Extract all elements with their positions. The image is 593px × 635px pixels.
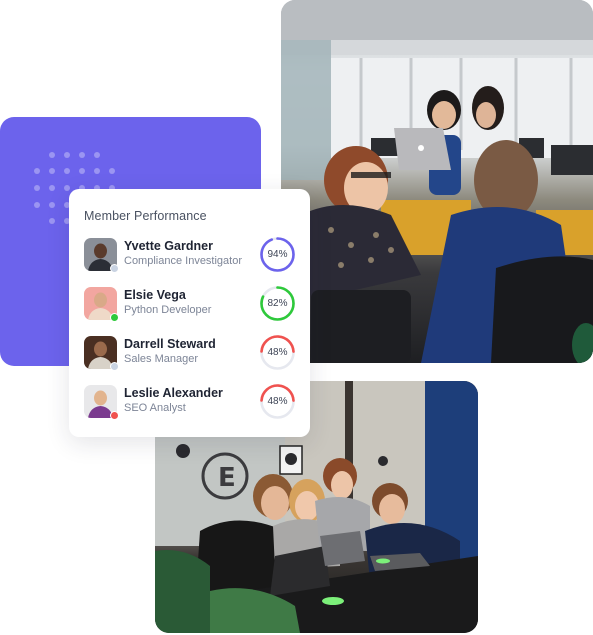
decorative-dot	[49, 202, 55, 208]
decorative-dot	[34, 202, 40, 208]
member-name: Yvette Gardner	[124, 239, 213, 253]
member-performance-card: Member Performance Yvette Gardner Compli…	[69, 189, 310, 437]
member-row[interactable]: Leslie Alexander SEO Analyst 48%	[84, 384, 296, 422]
card-title: Member Performance	[84, 209, 207, 223]
decorative-dot	[94, 168, 100, 174]
member-row[interactable]: Darrell Steward Sales Manager 48%	[84, 335, 296, 373]
performance-score: 94%	[267, 249, 288, 260]
decorative-dot	[49, 152, 55, 158]
performance-score: 82%	[267, 298, 288, 309]
avatar	[84, 287, 119, 322]
status-offline-icon	[110, 264, 119, 273]
member-row[interactable]: Yvette Gardner Compliance Investigator 9…	[84, 237, 296, 275]
performance-score: 48%	[267, 396, 288, 407]
decorative-dot	[34, 168, 40, 174]
decorative-dot	[64, 152, 70, 158]
status-online-icon	[110, 313, 119, 322]
member-row[interactable]: Elsie Vega Python Developer 82%	[84, 286, 296, 324]
member-name: Elsie Vega	[124, 288, 186, 302]
decorative-dot	[79, 168, 85, 174]
decorative-dot	[79, 152, 85, 158]
status-offline-icon	[110, 362, 119, 371]
decorative-dot	[94, 152, 100, 158]
decorative-dot	[49, 168, 55, 174]
avatar	[84, 385, 119, 420]
avatar	[84, 336, 119, 371]
avatar	[84, 238, 119, 273]
member-role: SEO Analyst	[124, 402, 186, 414]
decorative-dot	[109, 168, 115, 174]
performance-ring: 82%	[259, 285, 296, 322]
member-role: Python Developer	[124, 304, 212, 316]
decorative-dot	[49, 218, 55, 224]
member-role: Sales Manager	[124, 353, 198, 365]
svg-text:E: E	[218, 463, 236, 493]
performance-score: 48%	[267, 347, 288, 358]
office-coworkers-photo	[281, 0, 593, 363]
status-busy-icon	[110, 411, 119, 420]
decorative-dot	[64, 168, 70, 174]
performance-ring: 48%	[259, 334, 296, 371]
member-role: Compliance Investigator	[124, 255, 243, 267]
decorative-dot	[64, 185, 70, 191]
member-name: Darrell Steward	[124, 337, 216, 351]
performance-ring: 48%	[259, 383, 296, 420]
performance-ring: 94%	[259, 236, 296, 273]
member-name: Leslie Alexander	[124, 386, 223, 400]
decorative-dot	[34, 185, 40, 191]
decorative-dot	[49, 185, 55, 191]
